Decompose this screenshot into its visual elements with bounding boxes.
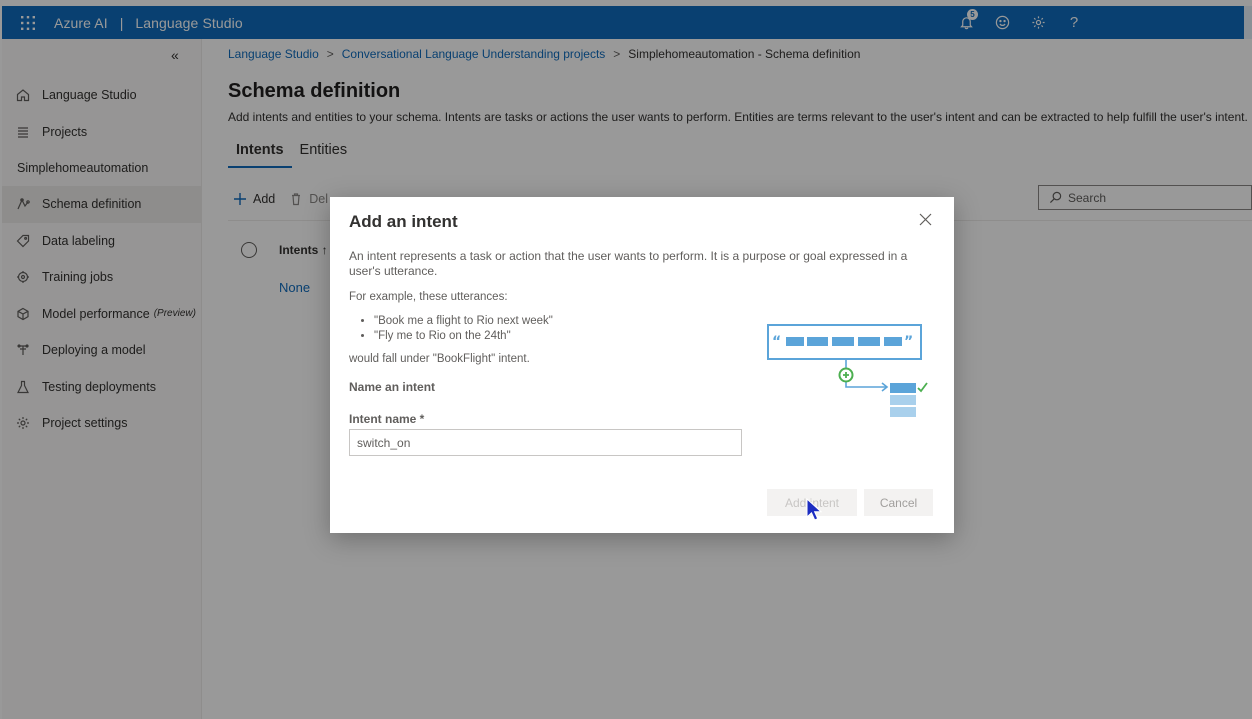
dialog-example-intro: For example, these utterances: bbox=[349, 291, 508, 303]
dialog-title: Add an intent bbox=[349, 212, 458, 231]
example-utterances: "Book me a flight to Rio next week" "Fly… bbox=[374, 314, 553, 344]
intent-name-input[interactable]: switch_on bbox=[349, 429, 742, 456]
svg-text:”: ” bbox=[904, 334, 913, 350]
mouse-cursor-icon bbox=[806, 498, 822, 521]
name-intent-heading: Name an intent bbox=[349, 380, 436, 394]
screen: Azure AI | Language Studio 5 ? « Languag… bbox=[0, 0, 1252, 719]
svg-text:“: “ bbox=[772, 334, 781, 350]
utterance-to-intent-illustration-icon: “ ” bbox=[767, 324, 928, 417]
intent-name-label: Intent name * bbox=[349, 412, 425, 426]
cancel-button[interactable]: Cancel bbox=[864, 489, 933, 516]
add-intent-dialog: Add an intent An intent represents a tas… bbox=[330, 197, 954, 533]
dialog-description: An intent represents a task or action th… bbox=[349, 249, 908, 278]
close-icon[interactable] bbox=[919, 213, 937, 231]
intent-name-value: switch_on bbox=[357, 435, 411, 450]
list-item: "Book me a flight to Rio next week" bbox=[374, 314, 553, 329]
list-item: "Fly me to Rio on the 24th" bbox=[374, 329, 553, 344]
dialog-fall-under: would fall under "BookFlight" intent. bbox=[349, 353, 530, 365]
